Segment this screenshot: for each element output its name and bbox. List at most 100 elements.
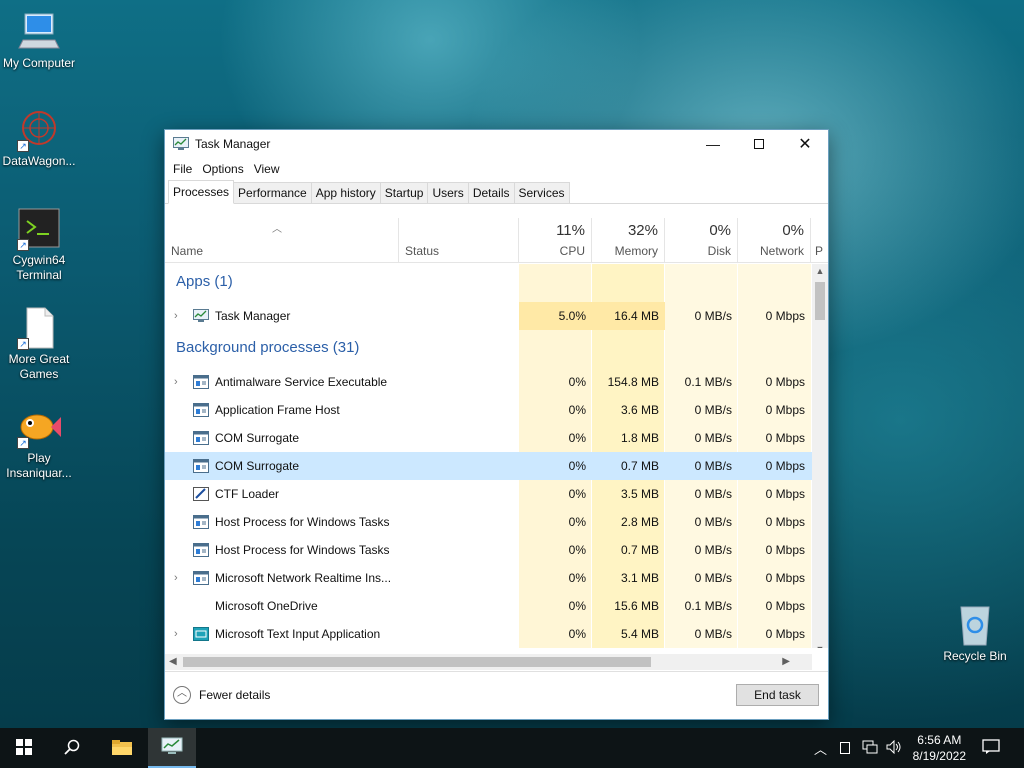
disk-cell: 0.1 MB/s	[684, 599, 732, 613]
menu-options[interactable]: Options	[197, 162, 248, 176]
horizontal-scroll-thumb[interactable]	[183, 657, 651, 667]
desktop-icon-cygwin[interactable]: ↗ Cygwin64 Terminal	[0, 207, 81, 283]
cpu-cell: 0%	[568, 459, 586, 473]
desktop-icon-datawagon[interactable]: ↗ DataWagon...	[0, 108, 81, 169]
close-button[interactable]: ✕	[782, 130, 828, 158]
scroll-down-icon[interactable]: ▼	[812, 644, 828, 648]
table-row[interactable]: › Microsoft Network Realtime Ins... 0% 3.1 …	[165, 564, 812, 592]
expand-chevron-icon[interactable]: ›	[174, 620, 178, 648]
memory-cell: 16.4 MB	[592, 302, 665, 330]
disk-cell: 0 MB/s	[694, 459, 732, 473]
horizontal-scrollbar[interactable]: ◀ ▶	[165, 654, 812, 670]
desktop-icon-more-games[interactable]: ↗ More Great Games	[0, 306, 81, 382]
computer-icon	[17, 10, 61, 54]
expand-chevron-icon[interactable]: ›	[174, 302, 178, 330]
column-header-name[interactable]: ︿ Name	[165, 218, 399, 263]
title-bar[interactable]: Task Manager — ✕	[165, 130, 828, 158]
action-center-button[interactable]	[982, 728, 1000, 768]
process-name: Application Frame Host	[215, 403, 340, 417]
tab-details[interactable]: Details	[467, 182, 515, 203]
menu-view[interactable]: View	[249, 162, 285, 176]
table-row[interactable]: COM Surrogate 0% 0.7 MB 0 MB/s 0 Mbps	[165, 452, 812, 480]
desktop-icon-my-computer[interactable]: My Computer	[0, 10, 81, 71]
group-header-apps[interactable]: Apps (1)	[176, 264, 233, 300]
minimize-button[interactable]: —	[690, 130, 736, 158]
network-cell: 0 Mbps	[765, 571, 805, 585]
clock-date: 8/19/2022	[912, 749, 966, 763]
file-explorer-button[interactable]	[98, 728, 146, 768]
maximize-button[interactable]	[736, 130, 782, 158]
column-header-power[interactable]: P	[811, 218, 828, 263]
cpu-cell: 0%	[568, 571, 586, 585]
column-header-disk[interactable]: 0% Disk	[665, 218, 738, 263]
network-cell: 0 Mbps	[765, 515, 805, 529]
memory-cell: 3.5 MB	[620, 487, 659, 501]
desktop-icon-label: Recycle Bin	[943, 649, 1007, 663]
memory-cell: 15.6 MB	[614, 599, 659, 613]
tab-processes[interactable]: Processes	[168, 180, 235, 204]
search-button[interactable]	[48, 728, 96, 768]
table-row[interactable]: Microsoft OneDrive 0% 15.6 MB 0.1 MB/s 0 Mbp…	[165, 592, 812, 620]
sort-up-icon: ︿	[272, 224, 282, 235]
tab-performance[interactable]: Performance	[233, 182, 312, 203]
task-manager-taskbar-button[interactable]	[148, 728, 196, 768]
table-row[interactable]: CTF Loader 0% 3.5 MB 0 MB/s 0 Mbps	[165, 480, 812, 508]
text-input-app-icon	[193, 627, 209, 641]
show-hidden-icons-button[interactable]: ︿	[814, 728, 827, 768]
task-manager-window: Task Manager — ✕ File Options View Proce…	[164, 129, 829, 720]
tab-startup[interactable]: Startup	[379, 182, 429, 203]
service-window-icon	[193, 459, 209, 473]
table-row[interactable]: Host Process for Windows Tasks 0% 2.8 MB 0 …	[165, 508, 812, 536]
tray-device-icon[interactable]	[840, 728, 850, 768]
shortcut-arrow-icon: ↗	[17, 239, 29, 251]
datawagon-icon: ↗	[17, 108, 61, 152]
column-header-row: ︿ Name Status 11% CPU 32% Memory 0% Disk…	[165, 218, 828, 263]
column-header-network[interactable]: 0% Network	[738, 218, 811, 263]
column-header-memory[interactable]: 32% Memory	[592, 218, 665, 263]
vertical-scroll-thumb[interactable]	[815, 282, 825, 320]
network-cell: 0 Mbps	[765, 459, 805, 473]
tab-app-history[interactable]: App history	[310, 182, 381, 203]
tab-services[interactable]: Services	[513, 182, 570, 203]
service-window-icon	[193, 543, 209, 557]
scroll-right-icon[interactable]: ▶	[782, 654, 790, 670]
column-disk-label: Disk	[707, 244, 731, 258]
table-row[interactable]: › Microsoft Text Input Application 0% 5.4 M…	[165, 620, 812, 648]
column-header-cpu[interactable]: 11% CPU	[519, 218, 592, 263]
scroll-up-icon[interactable]: ▲	[812, 266, 828, 276]
folder-icon	[111, 738, 133, 759]
column-header-status[interactable]: Status	[399, 218, 519, 263]
scroll-left-icon[interactable]: ◀	[169, 654, 177, 670]
group-header-background[interactable]: Background processes (31)	[176, 330, 359, 366]
speaker-icon	[886, 739, 902, 757]
process-name: CTF Loader	[215, 487, 280, 501]
table-row[interactable]: COM Surrogate 0% 1.8 MB 0 MB/s 0 Mbps	[165, 424, 812, 452]
vertical-scrollbar[interactable]: ▲ ▼	[812, 264, 828, 648]
expand-chevron-icon[interactable]: ›	[174, 564, 178, 592]
desktop-icon-recycle-bin[interactable]: Recycle Bin	[933, 603, 1017, 664]
cpu-cell: 0%	[568, 487, 586, 501]
tab-strip: Processes Performance App history Startu…	[165, 180, 828, 204]
desktop-icon-label: My Computer	[2, 56, 76, 70]
process-name: Task Manager	[215, 309, 291, 323]
desktop-icon-insaniquarium[interactable]: ↗ Play Insaniquar...	[0, 405, 81, 481]
memory-cell: 5.4 MB	[620, 627, 659, 641]
clock[interactable]: 6:56 AM 8/19/2022	[913, 732, 966, 764]
table-row[interactable]: › Antimalware Service Executable 0% 154.8 M…	[165, 368, 812, 396]
memory-cell: 0.7 MB	[620, 543, 659, 557]
tab-users[interactable]: Users	[427, 182, 469, 203]
disk-cell: 0 MB/s	[694, 571, 732, 585]
volume-tray-button[interactable]	[886, 728, 902, 768]
disk-cell: 0 MB/s	[694, 403, 732, 417]
expand-chevron-icon[interactable]: ›	[174, 368, 178, 396]
table-row[interactable]: Application Frame Host 0% 3.6 MB 0 MB/s 0 Mb…	[165, 396, 812, 424]
disk-cell: 0 MB/s	[694, 487, 732, 501]
service-window-icon	[193, 515, 209, 529]
menu-file[interactable]: File	[168, 162, 197, 176]
fewer-details-button[interactable]: ︿ Fewer details	[173, 686, 270, 704]
table-row[interactable]: › Task Manager 5.0% 16.4 MB 0 MB/s 0 Mbp…	[165, 302, 812, 330]
end-task-button[interactable]: End task	[736, 684, 819, 706]
network-tray-button[interactable]	[862, 728, 878, 768]
table-row[interactable]: Host Process for Windows Tasks 0% 0.7 MB 0 …	[165, 536, 812, 564]
start-button[interactable]	[0, 728, 48, 768]
